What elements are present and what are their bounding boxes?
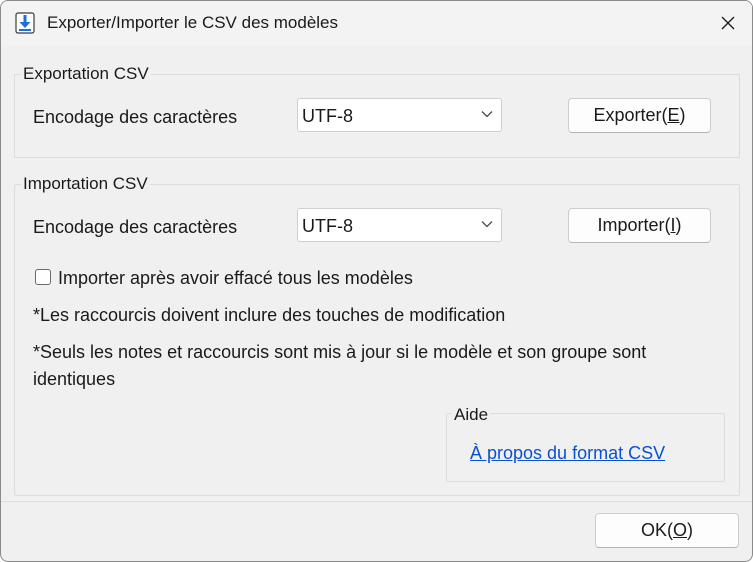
ok-button[interactable]: OK(O) bbox=[595, 513, 739, 548]
update-rule-note-line1: *Seuls les notes et raccourcis sont mis … bbox=[33, 342, 647, 362]
import-encoding-label: Encodage des caractères bbox=[33, 217, 238, 237]
dialog-window: Exporter/Importer le CSV des modèles Exp… bbox=[0, 0, 753, 562]
download-arrow-icon bbox=[15, 12, 35, 34]
title-bar: Exporter/Importer le CSV des modèles bbox=[1, 1, 752, 45]
clear-before-import-checkbox[interactable] bbox=[35, 269, 51, 285]
export-encoding-label: Encodage des caractères bbox=[33, 107, 238, 127]
export-button-suffix: ) bbox=[679, 105, 686, 125]
export-group-label: Exportation CSV bbox=[21, 64, 151, 84]
export-button[interactable]: Exporter(E) bbox=[568, 98, 711, 133]
footer-divider bbox=[1, 501, 752, 502]
clear-before-import-label[interactable]: Importer après avoir effacé tous les mod… bbox=[58, 268, 413, 289]
import-encoding-select[interactable]: UTF-8 bbox=[297, 208, 502, 242]
ok-button-mnemonic: O bbox=[673, 520, 688, 540]
help-group-label: Aide bbox=[452, 405, 491, 425]
csv-format-help-link[interactable]: À propos du format CSV bbox=[470, 443, 665, 464]
shortcut-modifier-note: *Les raccourcis doivent inclure des touc… bbox=[33, 305, 506, 325]
import-encoding-value: UTF-8 bbox=[302, 216, 353, 236]
export-button-mnemonic: E bbox=[667, 105, 680, 125]
import-group-label: Importation CSV bbox=[21, 174, 150, 194]
update-rule-note-line2: identiques bbox=[33, 369, 116, 389]
close-button[interactable] bbox=[704, 1, 752, 45]
chevron-down-icon bbox=[481, 111, 493, 118]
export-button-label: Exporter( bbox=[593, 105, 668, 125]
import-button-suffix: ) bbox=[675, 215, 682, 235]
close-icon bbox=[721, 16, 735, 30]
import-button-label: Importer( bbox=[597, 215, 671, 235]
import-button[interactable]: Importer(I) bbox=[568, 208, 711, 243]
chevron-down-icon bbox=[481, 221, 493, 228]
export-encoding-select[interactable]: UTF-8 bbox=[297, 98, 502, 132]
window-title: Exporter/Importer le CSV des modèles bbox=[47, 13, 339, 32]
export-encoding-value: UTF-8 bbox=[302, 106, 353, 126]
ok-button-label: OK( bbox=[640, 520, 673, 540]
ok-button-suffix: ) bbox=[687, 520, 694, 540]
